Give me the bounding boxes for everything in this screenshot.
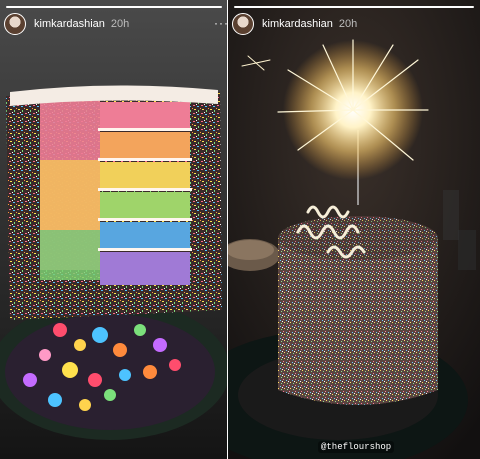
profile-avatar-icon[interactable]: [232, 13, 254, 35]
timestamp: 20h: [110, 18, 130, 30]
username[interactable]: kimkardashian: [34, 18, 105, 30]
progress-bar-segment: [6, 6, 222, 8]
profile-avatar-icon[interactable]: [4, 13, 26, 35]
story-header: kimkardashian 20h: [4, 12, 222, 36]
right-story-panel[interactable]: kimkardashian 20h @theflourshop: [228, 0, 480, 459]
birthday-cake-photo: [228, 0, 480, 459]
rainbow-cake-photo: [0, 0, 228, 459]
more-icon[interactable]: ···: [214, 16, 229, 30]
timestamp: 20h: [338, 18, 358, 30]
left-story-panel[interactable]: kimkardashian 20h: [0, 0, 228, 459]
story-header: kimkardashian 20h: [232, 12, 474, 36]
story-progress-bars: [6, 6, 222, 8]
mention-tag[interactable]: @theflourshop: [318, 441, 395, 453]
story-progress-bars: [234, 6, 474, 8]
username[interactable]: kimkardashian: [262, 18, 333, 30]
progress-bar-segment: [234, 6, 474, 8]
